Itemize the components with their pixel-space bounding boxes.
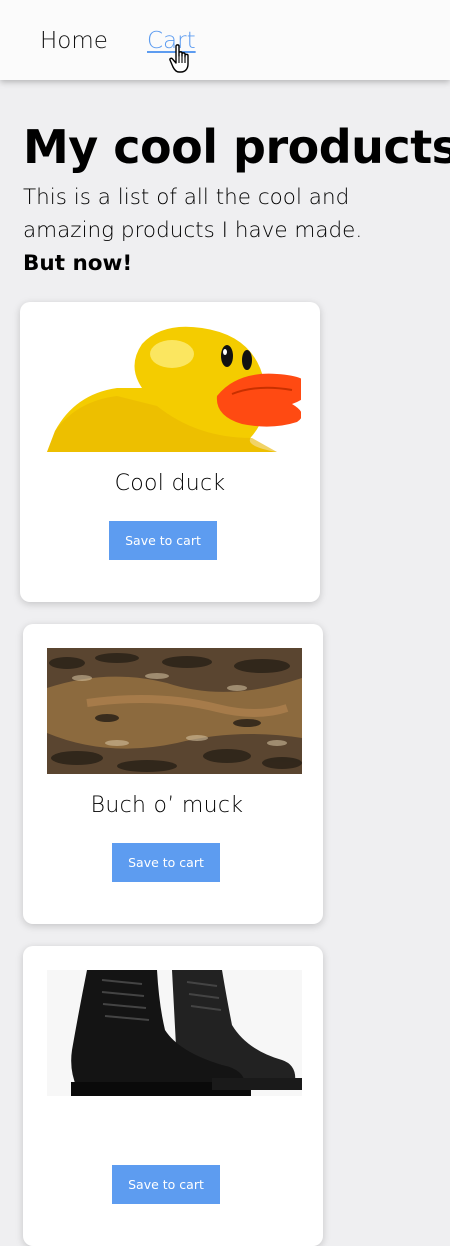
hand-pointer-cursor-icon [169,44,189,73]
save-to-cart-button[interactable]: Save to cart [112,843,220,882]
page-intro-emphasis: But now! [23,251,133,276]
product-name: Cool duck [114,471,226,496]
product-name: Buch o’ muck [90,793,244,818]
product-image-rubber-duck [47,326,301,452]
product-image-black-boots [47,970,302,1096]
page-intro-text: This is a list of all the cool and amazi… [23,185,363,243]
product-card: Cool duck Save to cart [20,302,320,602]
nav-link-home[interactable]: Home [40,26,108,56]
product-image-mud [47,648,302,774]
product-card: Save to cart [23,946,323,1246]
top-navbar: Home Cart [0,0,450,80]
product-card: Buch o’ muck Save to cart [23,624,323,924]
save-to-cart-button[interactable]: Save to cart [112,1165,220,1204]
save-to-cart-button[interactable]: Save to cart [109,521,217,560]
page-title: My cool products [23,120,450,174]
